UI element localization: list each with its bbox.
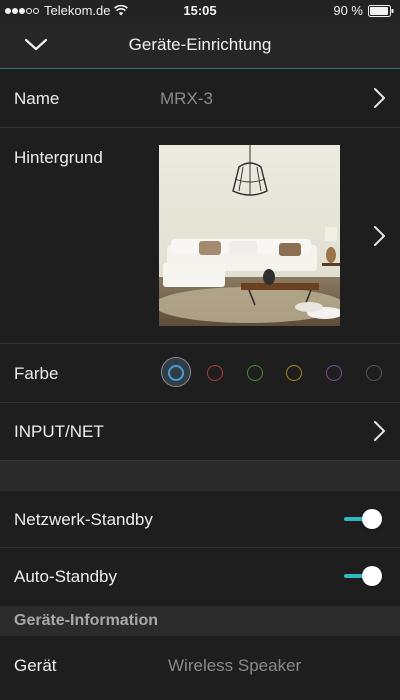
living-room-image: [159, 145, 340, 326]
device-value: Wireless Speaker: [168, 656, 302, 675]
battery-icon: [368, 4, 394, 17]
network-standby-row: Netzwerk-Standby: [0, 491, 400, 548]
color-options: [159, 357, 389, 390]
auto-standby-toggle[interactable]: [344, 566, 382, 586]
color-option-purple[interactable]: [326, 365, 342, 381]
auto-standby-row: Auto-Standby: [0, 548, 400, 606]
color-option-gray[interactable]: [366, 365, 382, 381]
network-standby-label: Netzwerk-Standby: [14, 510, 153, 529]
device-info-header-label: Geräte-Information: [14, 612, 159, 629]
navigation-bar: Geräte-Einrichtung: [0, 22, 400, 69]
name-row[interactable]: Name MRX-3: [0, 69, 400, 128]
network-standby-toggle[interactable]: [344, 509, 382, 529]
device-row: Gerät Wireless Speaker: [0, 636, 400, 700]
background-row[interactable]: Hintergrund: [0, 128, 400, 344]
name-label: Name: [14, 89, 60, 108]
color-option-yellow[interactable]: [286, 365, 302, 381]
device-info-header: Geräte-Information: [0, 606, 400, 636]
toggle-knob: [362, 509, 382, 529]
chevron-right-icon: [374, 226, 385, 246]
auto-standby-label: Auto-Standby: [14, 567, 118, 586]
background-image-preview[interactable]: [159, 145, 340, 326]
toggle-knob: [362, 566, 382, 586]
color-option-green[interactable]: [247, 365, 263, 381]
name-value: MRX-3: [160, 89, 213, 108]
battery-percentage: 90 %: [333, 3, 363, 18]
color-label: Farbe: [14, 364, 59, 383]
background-label: Hintergrund: [14, 148, 103, 167]
input-net-label: INPUT/NET: [14, 422, 104, 441]
color-option-red[interactable]: [207, 365, 223, 381]
color-option-blue[interactable]: [168, 365, 184, 381]
page-title: Geräte-Einrichtung: [128, 35, 272, 54]
input-net-row[interactable]: INPUT/NET: [0, 403, 400, 461]
status-right: 90 %: [333, 3, 394, 18]
chevron-right-icon: [374, 421, 385, 441]
section-spacer: [0, 461, 400, 491]
color-row: Farbe: [0, 344, 400, 403]
device-label: Gerät: [14, 656, 57, 675]
chevron-right-icon: [374, 88, 385, 108]
status-bar: Telekom.de 15:05 90 %: [0, 0, 400, 22]
